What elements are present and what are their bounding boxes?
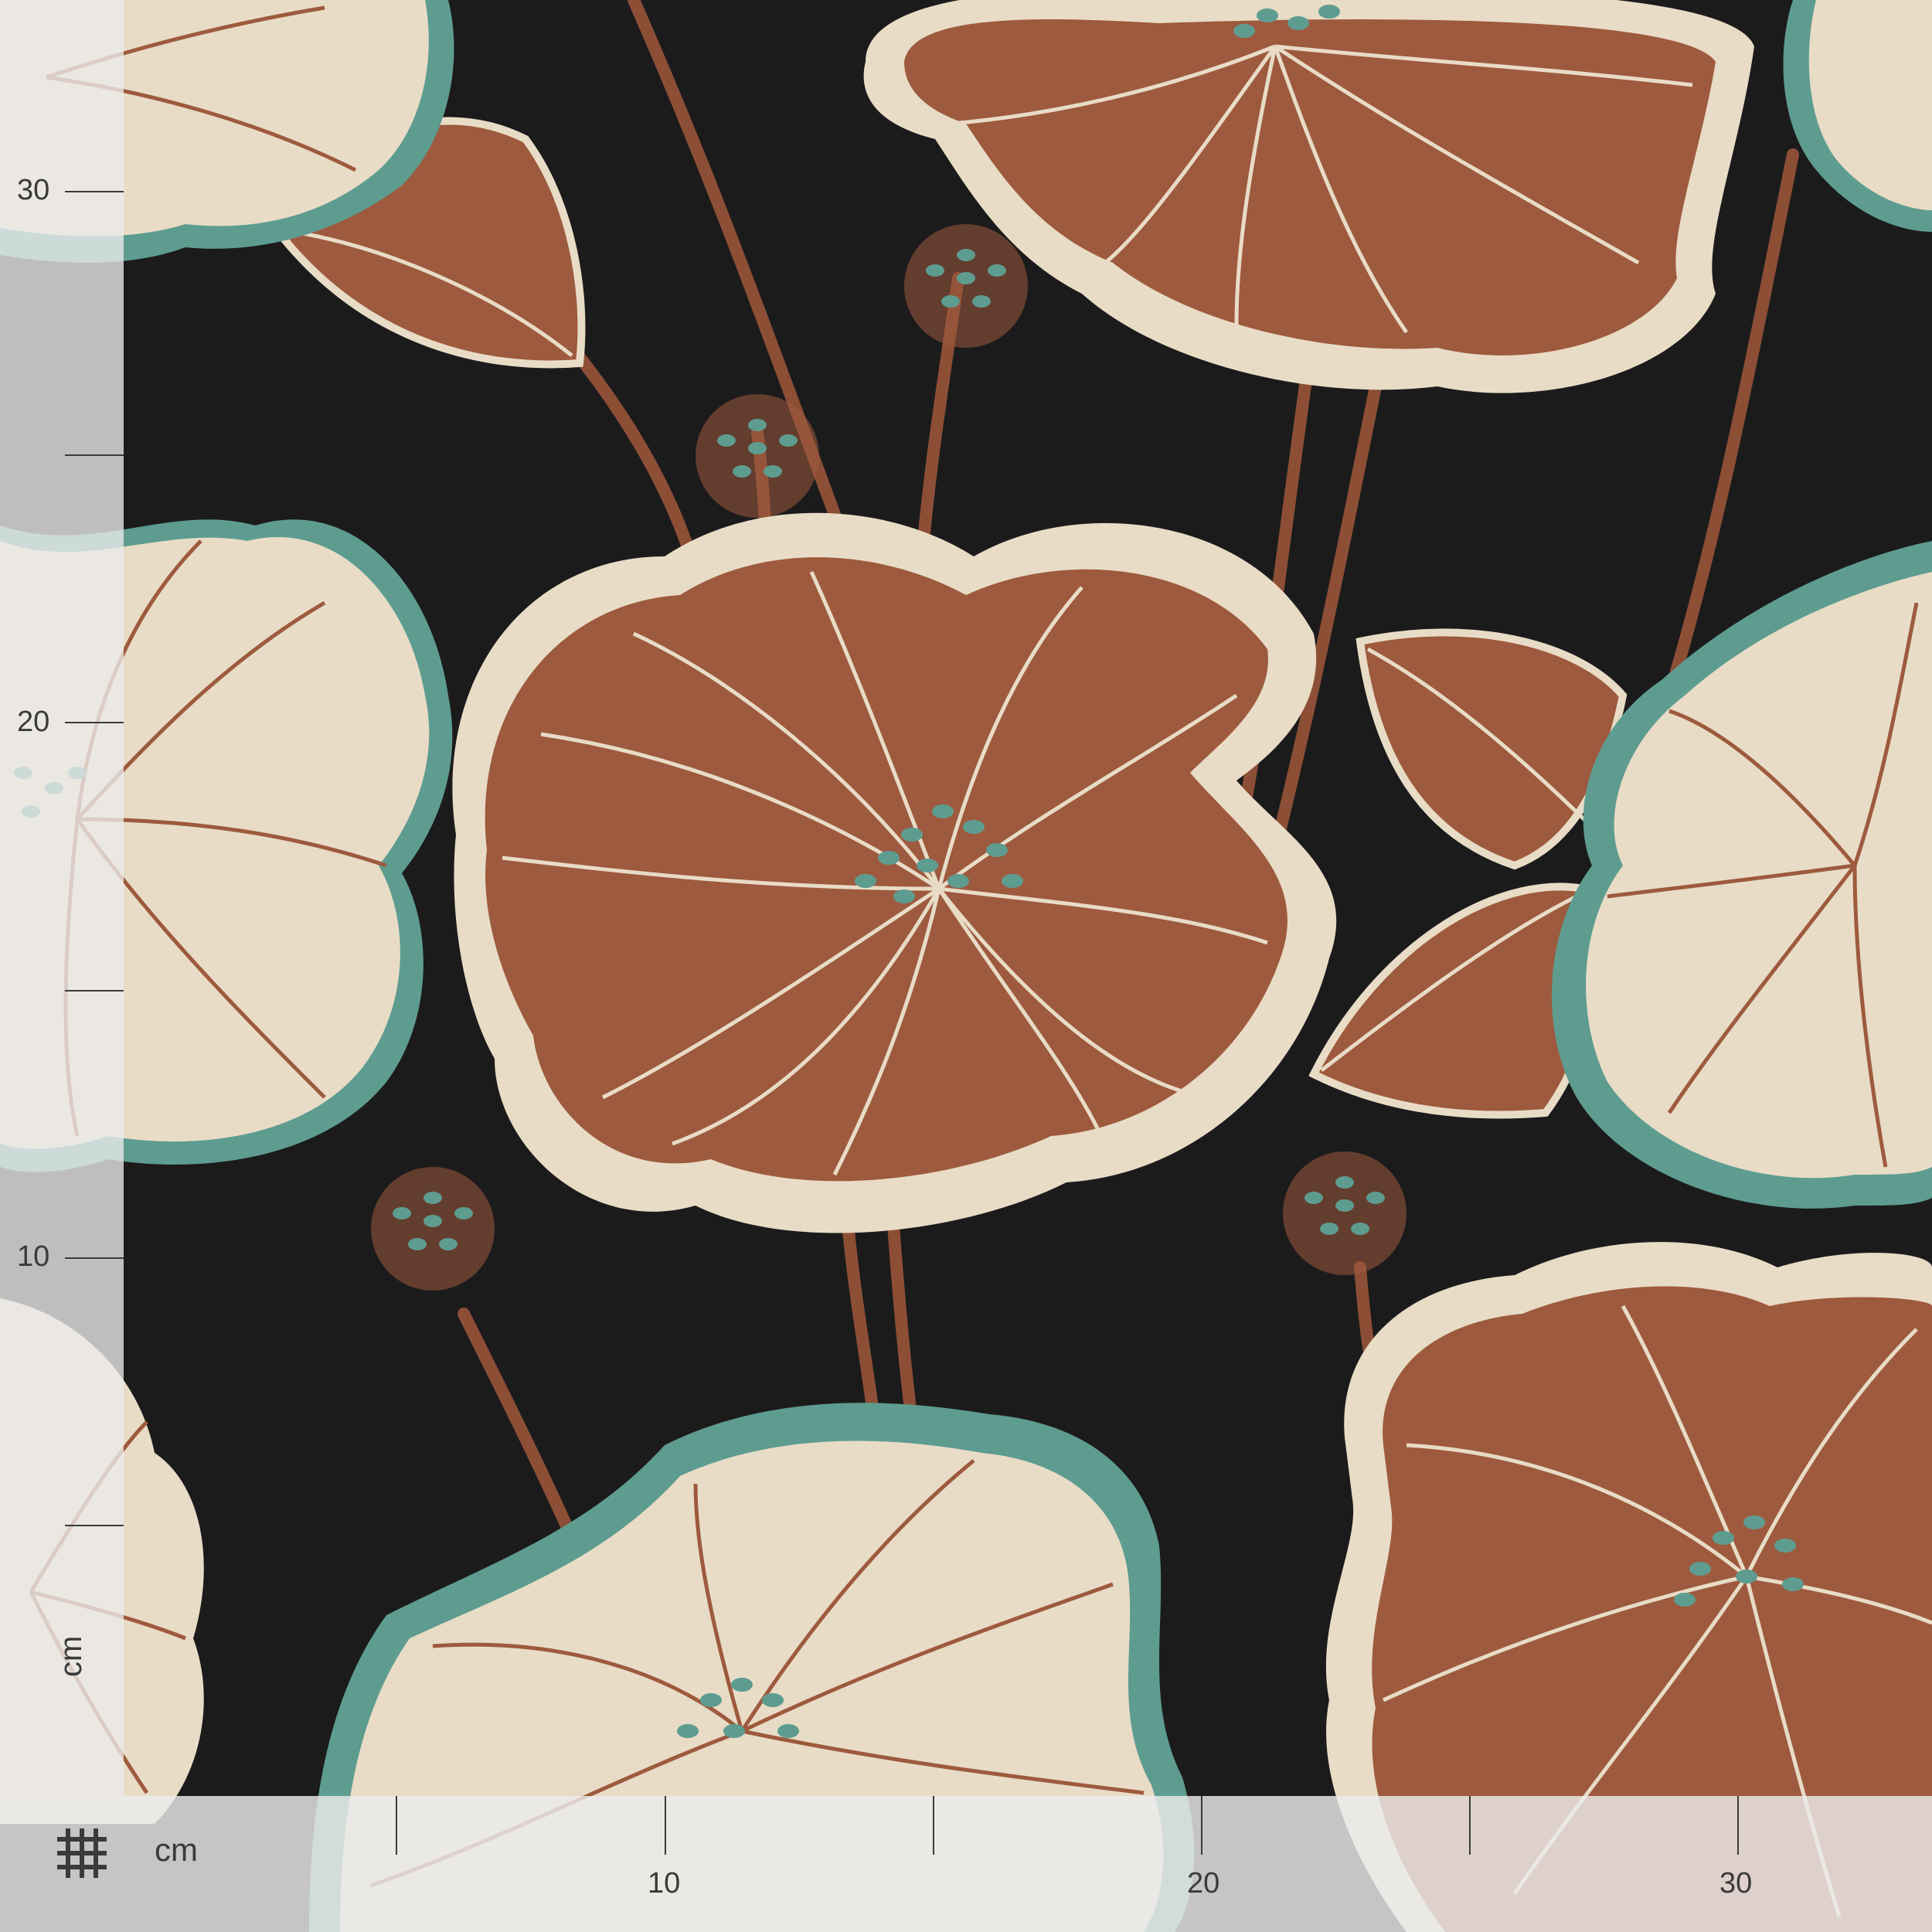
ruler-bottom-tick	[665, 1796, 666, 1855]
ruler-bottom-unit: cm	[155, 1832, 198, 1868]
ruler-left-tick	[65, 1257, 124, 1259]
seed-head-4	[1283, 1151, 1406, 1275]
ruler-bottom-label-10: 10	[648, 1867, 681, 1900]
ruler-left-tick	[65, 454, 124, 456]
ruler-bottom-label-30: 30	[1719, 1867, 1753, 1900]
ruler-bottom-tick	[933, 1796, 934, 1855]
ruler-left	[0, 0, 124, 1796]
ruler-left-tick	[65, 1525, 124, 1526]
ruler-bottom	[0, 1796, 1932, 1932]
seed-head-3	[371, 1167, 495, 1291]
ruler-left-unit: cm	[54, 1635, 88, 1677]
ruler-bottom-label-20: 20	[1187, 1867, 1220, 1900]
seed-head-1	[904, 224, 1028, 348]
flower-center-large	[452, 512, 1337, 1233]
ruler-left-tick	[65, 191, 124, 192]
ruler-bottom-tick	[396, 1796, 397, 1855]
grid-logo-icon	[57, 1828, 107, 1878]
ruler-left-label-30: 30	[17, 174, 50, 206]
ruler-left-tick	[65, 990, 124, 992]
ruler-bottom-tick	[1469, 1796, 1471, 1855]
seed-head-2	[696, 394, 819, 518]
ruler-left-tick	[65, 722, 124, 723]
ruler-bottom-tick	[1737, 1796, 1739, 1855]
floral-fabric-print	[0, 0, 1932, 1932]
ruler-left-label-10: 10	[17, 1240, 50, 1273]
ruler-left-label-20: 20	[17, 706, 50, 738]
ruler-bottom-tick	[1201, 1796, 1202, 1855]
